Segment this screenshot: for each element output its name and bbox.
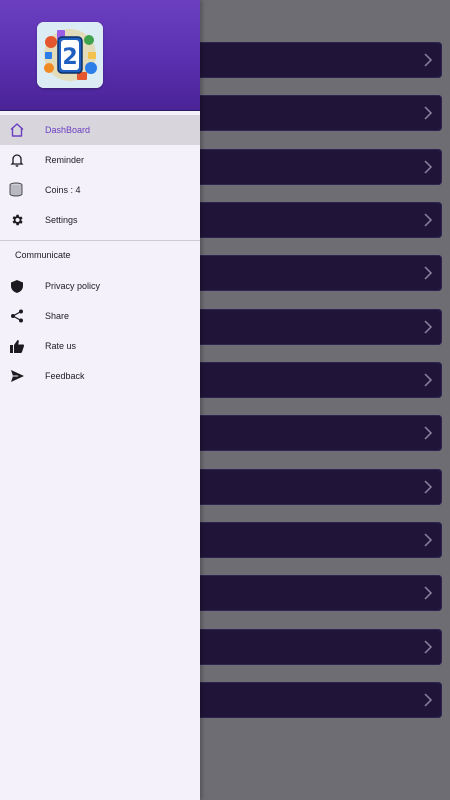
drawer-item-share[interactable]: Share — [0, 301, 200, 331]
share-icon — [8, 307, 26, 325]
drawer-item-feedback[interactable]: Feedback — [0, 361, 200, 391]
chevron-right-icon — [424, 480, 433, 494]
navigation-drawer: 2 DashBoard Reminder Coins : 4 Settings … — [0, 0, 200, 800]
drawer-item-privacy-policy[interactable]: Privacy policy — [0, 271, 200, 301]
chevron-right-icon — [424, 693, 433, 707]
drawer-item-label: Share — [45, 311, 70, 321]
drawer-item-label: Reminder — [45, 155, 85, 165]
bell-icon — [8, 151, 26, 169]
chevron-right-icon — [424, 586, 433, 600]
home-icon — [8, 121, 26, 139]
drawer-item-label: Feedback — [45, 371, 85, 381]
drawer-item-settings[interactable]: Settings — [0, 205, 200, 235]
chevron-right-icon — [424, 426, 433, 440]
chevron-right-icon — [424, 106, 433, 120]
drawer-item-label: Rate us — [45, 341, 77, 351]
drawer-item-coins[interactable]: Coins : 4 — [0, 175, 200, 205]
chevron-right-icon — [424, 160, 433, 174]
chevron-right-icon — [424, 533, 433, 547]
send-icon — [8, 367, 26, 385]
chevron-right-icon — [424, 640, 433, 654]
drawer-item-label: Settings — [45, 215, 78, 225]
chevron-right-icon — [424, 266, 433, 280]
gear-icon — [8, 211, 26, 229]
drawer-item-label: Coins : 4 — [45, 185, 81, 195]
app-logo: 2 — [37, 22, 103, 88]
svg-text:2: 2 — [62, 45, 77, 70]
drawer-item-rate-us[interactable]: Rate us — [0, 331, 200, 361]
divider — [0, 240, 200, 241]
chevron-right-icon — [424, 373, 433, 387]
drawer-item-label: Privacy policy — [45, 281, 101, 291]
chevron-right-icon — [424, 320, 433, 334]
chevron-right-icon — [424, 213, 433, 227]
section-title-communicate: Communicate — [15, 250, 71, 260]
drawer-header: 2 — [0, 0, 200, 111]
thumbs-up-icon — [8, 337, 26, 355]
drawer-item-reminder[interactable]: Reminder — [0, 145, 200, 175]
drawer-item-label: DashBoard — [45, 125, 91, 135]
shield-icon — [8, 277, 26, 295]
drawer-item-dashboard[interactable]: DashBoard — [0, 115, 200, 145]
chevron-right-icon — [424, 53, 433, 67]
coins-icon — [8, 181, 26, 199]
